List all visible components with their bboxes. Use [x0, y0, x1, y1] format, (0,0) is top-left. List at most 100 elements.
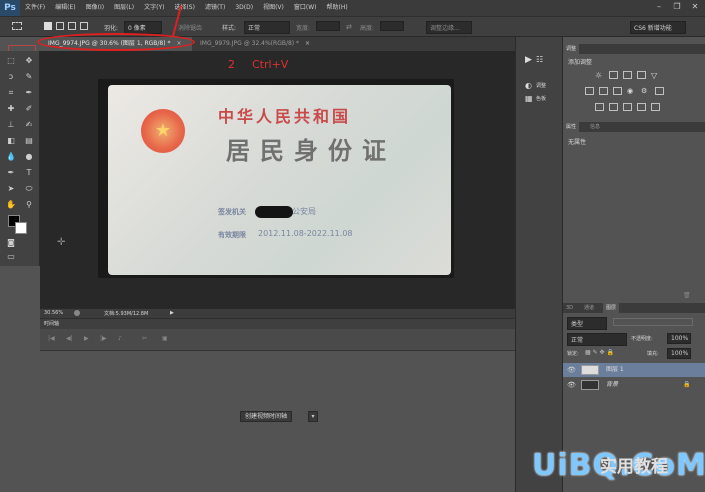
- transition-icon[interactable]: ▣: [162, 335, 168, 342]
- swatches-dock-label[interactable]: 色板: [536, 95, 546, 102]
- history-brush-icon[interactable]: ✍: [22, 119, 36, 131]
- lasso-tool-icon[interactable]: ↄ: [4, 71, 18, 83]
- style-select[interactable]: 正常: [244, 21, 290, 34]
- close-window-icon[interactable]: ✕: [689, 2, 701, 12]
- move-tool-icon[interactable]: ✥: [22, 55, 36, 67]
- hand-tool-icon[interactable]: ✋: [4, 199, 18, 211]
- exposure-icon[interactable]: [637, 71, 646, 79]
- black-white-icon[interactable]: [613, 87, 622, 95]
- split-icon[interactable]: ✂: [142, 335, 147, 342]
- fill-input[interactable]: 100%: [667, 348, 691, 359]
- screen-mode-icon[interactable]: ▭: [4, 251, 18, 263]
- tab-channels[interactable]: 通道: [581, 303, 597, 313]
- zoom-tool-icon[interactable]: ⚲: [22, 199, 36, 211]
- invert-icon[interactable]: [595, 103, 604, 111]
- feather-input[interactable]: 0 像素: [124, 21, 162, 34]
- tab-img-9979[interactable]: IMG_9979.JPG @ 32.4%(RGB/8) * ×: [192, 37, 342, 51]
- refine-edge-button[interactable]: 调整边缘...: [426, 21, 472, 34]
- menu-edit[interactable]: 编辑(E): [50, 0, 80, 16]
- status-menu-arrow-icon[interactable]: ▶: [170, 310, 174, 316]
- layer-row-background[interactable]: 👁 背景 🔒: [563, 378, 705, 392]
- zoom-level[interactable]: 30.56%: [44, 310, 63, 316]
- swatches-dock-icon[interactable]: ▦: [525, 94, 533, 103]
- menu-3d[interactable]: 3D(D): [230, 0, 258, 16]
- next-frame-icon[interactable]: |▶: [100, 335, 107, 342]
- prev-frame-icon[interactable]: ◀|: [66, 335, 73, 342]
- gradient-map-icon[interactable]: [651, 103, 660, 111]
- tab-3d[interactable]: 3D: [563, 303, 576, 313]
- history-icon[interactable]: ☷: [536, 55, 543, 64]
- menu-image[interactable]: 图像(I): [81, 0, 109, 16]
- brush-tool-icon[interactable]: ✐: [22, 103, 36, 115]
- subtract-selection-icon[interactable]: [68, 22, 76, 30]
- tab-properties[interactable]: 属性: [563, 122, 580, 132]
- width-input[interactable]: [316, 21, 340, 31]
- new-selection-icon[interactable]: [44, 22, 52, 30]
- hue-saturation-icon[interactable]: [585, 87, 594, 95]
- height-input[interactable]: [380, 21, 404, 31]
- color-lookup-icon[interactable]: [655, 87, 664, 95]
- path-select-icon[interactable]: ➤: [4, 183, 18, 195]
- play-action-icon[interactable]: ▶: [525, 55, 532, 65]
- add-selection-icon[interactable]: [56, 22, 64, 30]
- adjustments-dock-label[interactable]: 调整: [536, 82, 546, 89]
- trash-icon[interactable]: 🗑: [683, 292, 691, 299]
- layer-row-layer1[interactable]: 👁 图层 1: [563, 363, 705, 377]
- play-icon[interactable]: ▶: [84, 335, 89, 342]
- tab-info[interactable]: 信息: [587, 122, 603, 132]
- marquee-tool-icon[interactable]: ⬚: [4, 55, 18, 67]
- quick-mask-icon[interactable]: ◙: [4, 237, 18, 249]
- adjustments-dock-icon[interactable]: ◐: [525, 81, 532, 90]
- layer-kind-filter[interactable]: 类型: [567, 317, 607, 330]
- create-video-timeline-button[interactable]: 创建视频时间轴: [240, 411, 293, 422]
- chevron-down-icon[interactable]: ▾: [308, 411, 318, 422]
- tab-layers[interactable]: 图层: [603, 303, 620, 313]
- crop-tool-icon[interactable]: ⌗: [4, 87, 18, 99]
- menu-view[interactable]: 视图(V): [258, 0, 289, 16]
- opacity-input[interactable]: 100%: [667, 333, 691, 344]
- antialias-checkbox[interactable]: 消除锯齿: [178, 23, 202, 32]
- visibility-eye-icon[interactable]: 👁: [567, 378, 576, 392]
- healing-brush-icon[interactable]: ✚: [4, 103, 18, 115]
- shape-tool-icon[interactable]: ⬭: [22, 183, 36, 195]
- menu-select[interactable]: 选择(S): [169, 0, 200, 16]
- restore-icon[interactable]: ❐: [671, 2, 683, 12]
- menu-layer[interactable]: 图层(L): [109, 0, 139, 16]
- first-frame-icon[interactable]: |◀: [48, 335, 55, 342]
- visibility-eye-icon[interactable]: 👁: [567, 363, 576, 377]
- pen-tool-icon[interactable]: ✒: [4, 167, 18, 179]
- selective-color-icon[interactable]: [637, 103, 646, 111]
- layer-name[interactable]: 图层 1: [606, 363, 624, 377]
- minimize-icon[interactable]: –: [653, 2, 665, 12]
- type-tool-icon[interactable]: T: [22, 167, 36, 179]
- blur-tool-icon[interactable]: 💧: [4, 151, 18, 163]
- menu-filter[interactable]: 滤镜(T): [200, 0, 230, 16]
- photo-filter-icon[interactable]: ◉: [627, 87, 636, 95]
- curves-icon[interactable]: [623, 71, 632, 79]
- layer-name[interactable]: 背景: [606, 378, 618, 392]
- tab-adjustments[interactable]: 调整: [563, 44, 580, 54]
- layer-filter-icons[interactable]: [613, 318, 693, 326]
- background-color-swatch[interactable]: [15, 222, 27, 234]
- levels-icon[interactable]: [609, 71, 618, 79]
- threshold-icon[interactable]: [623, 103, 632, 111]
- vibrance-icon[interactable]: ▽: [651, 71, 660, 80]
- close-tab-icon[interactable]: ×: [305, 40, 310, 47]
- lock-icons[interactable]: ▦ ✎ ✥ 🔒: [585, 349, 614, 356]
- menu-type[interactable]: 文字(Y): [139, 0, 169, 16]
- eyedropper-icon[interactable]: ✒: [22, 87, 36, 99]
- intersect-selection-icon[interactable]: [80, 22, 88, 30]
- clone-stamp-icon[interactable]: ⊥: [4, 119, 18, 131]
- brightness-icon[interactable]: ☼: [595, 71, 604, 80]
- posterize-icon[interactable]: [609, 103, 618, 111]
- workspace-switcher[interactable]: CS6 新增功能: [630, 21, 686, 34]
- color-balance-icon[interactable]: [599, 87, 608, 95]
- blend-mode-select[interactable]: 正常: [567, 333, 627, 346]
- channel-mixer-icon[interactable]: ⚙: [641, 87, 650, 95]
- canvas-area[interactable]: ★ 中华人民共和国 居民身份证 签发机关 公安局 有效期限 2012.11.08…: [40, 51, 515, 308]
- status-info-icon[interactable]: [74, 310, 80, 316]
- dodge-tool-icon[interactable]: ●: [22, 151, 36, 163]
- audio-icon[interactable]: ♪: [118, 335, 122, 342]
- eraser-icon[interactable]: ◧: [4, 135, 18, 147]
- quick-select-icon[interactable]: ✎: [22, 71, 36, 83]
